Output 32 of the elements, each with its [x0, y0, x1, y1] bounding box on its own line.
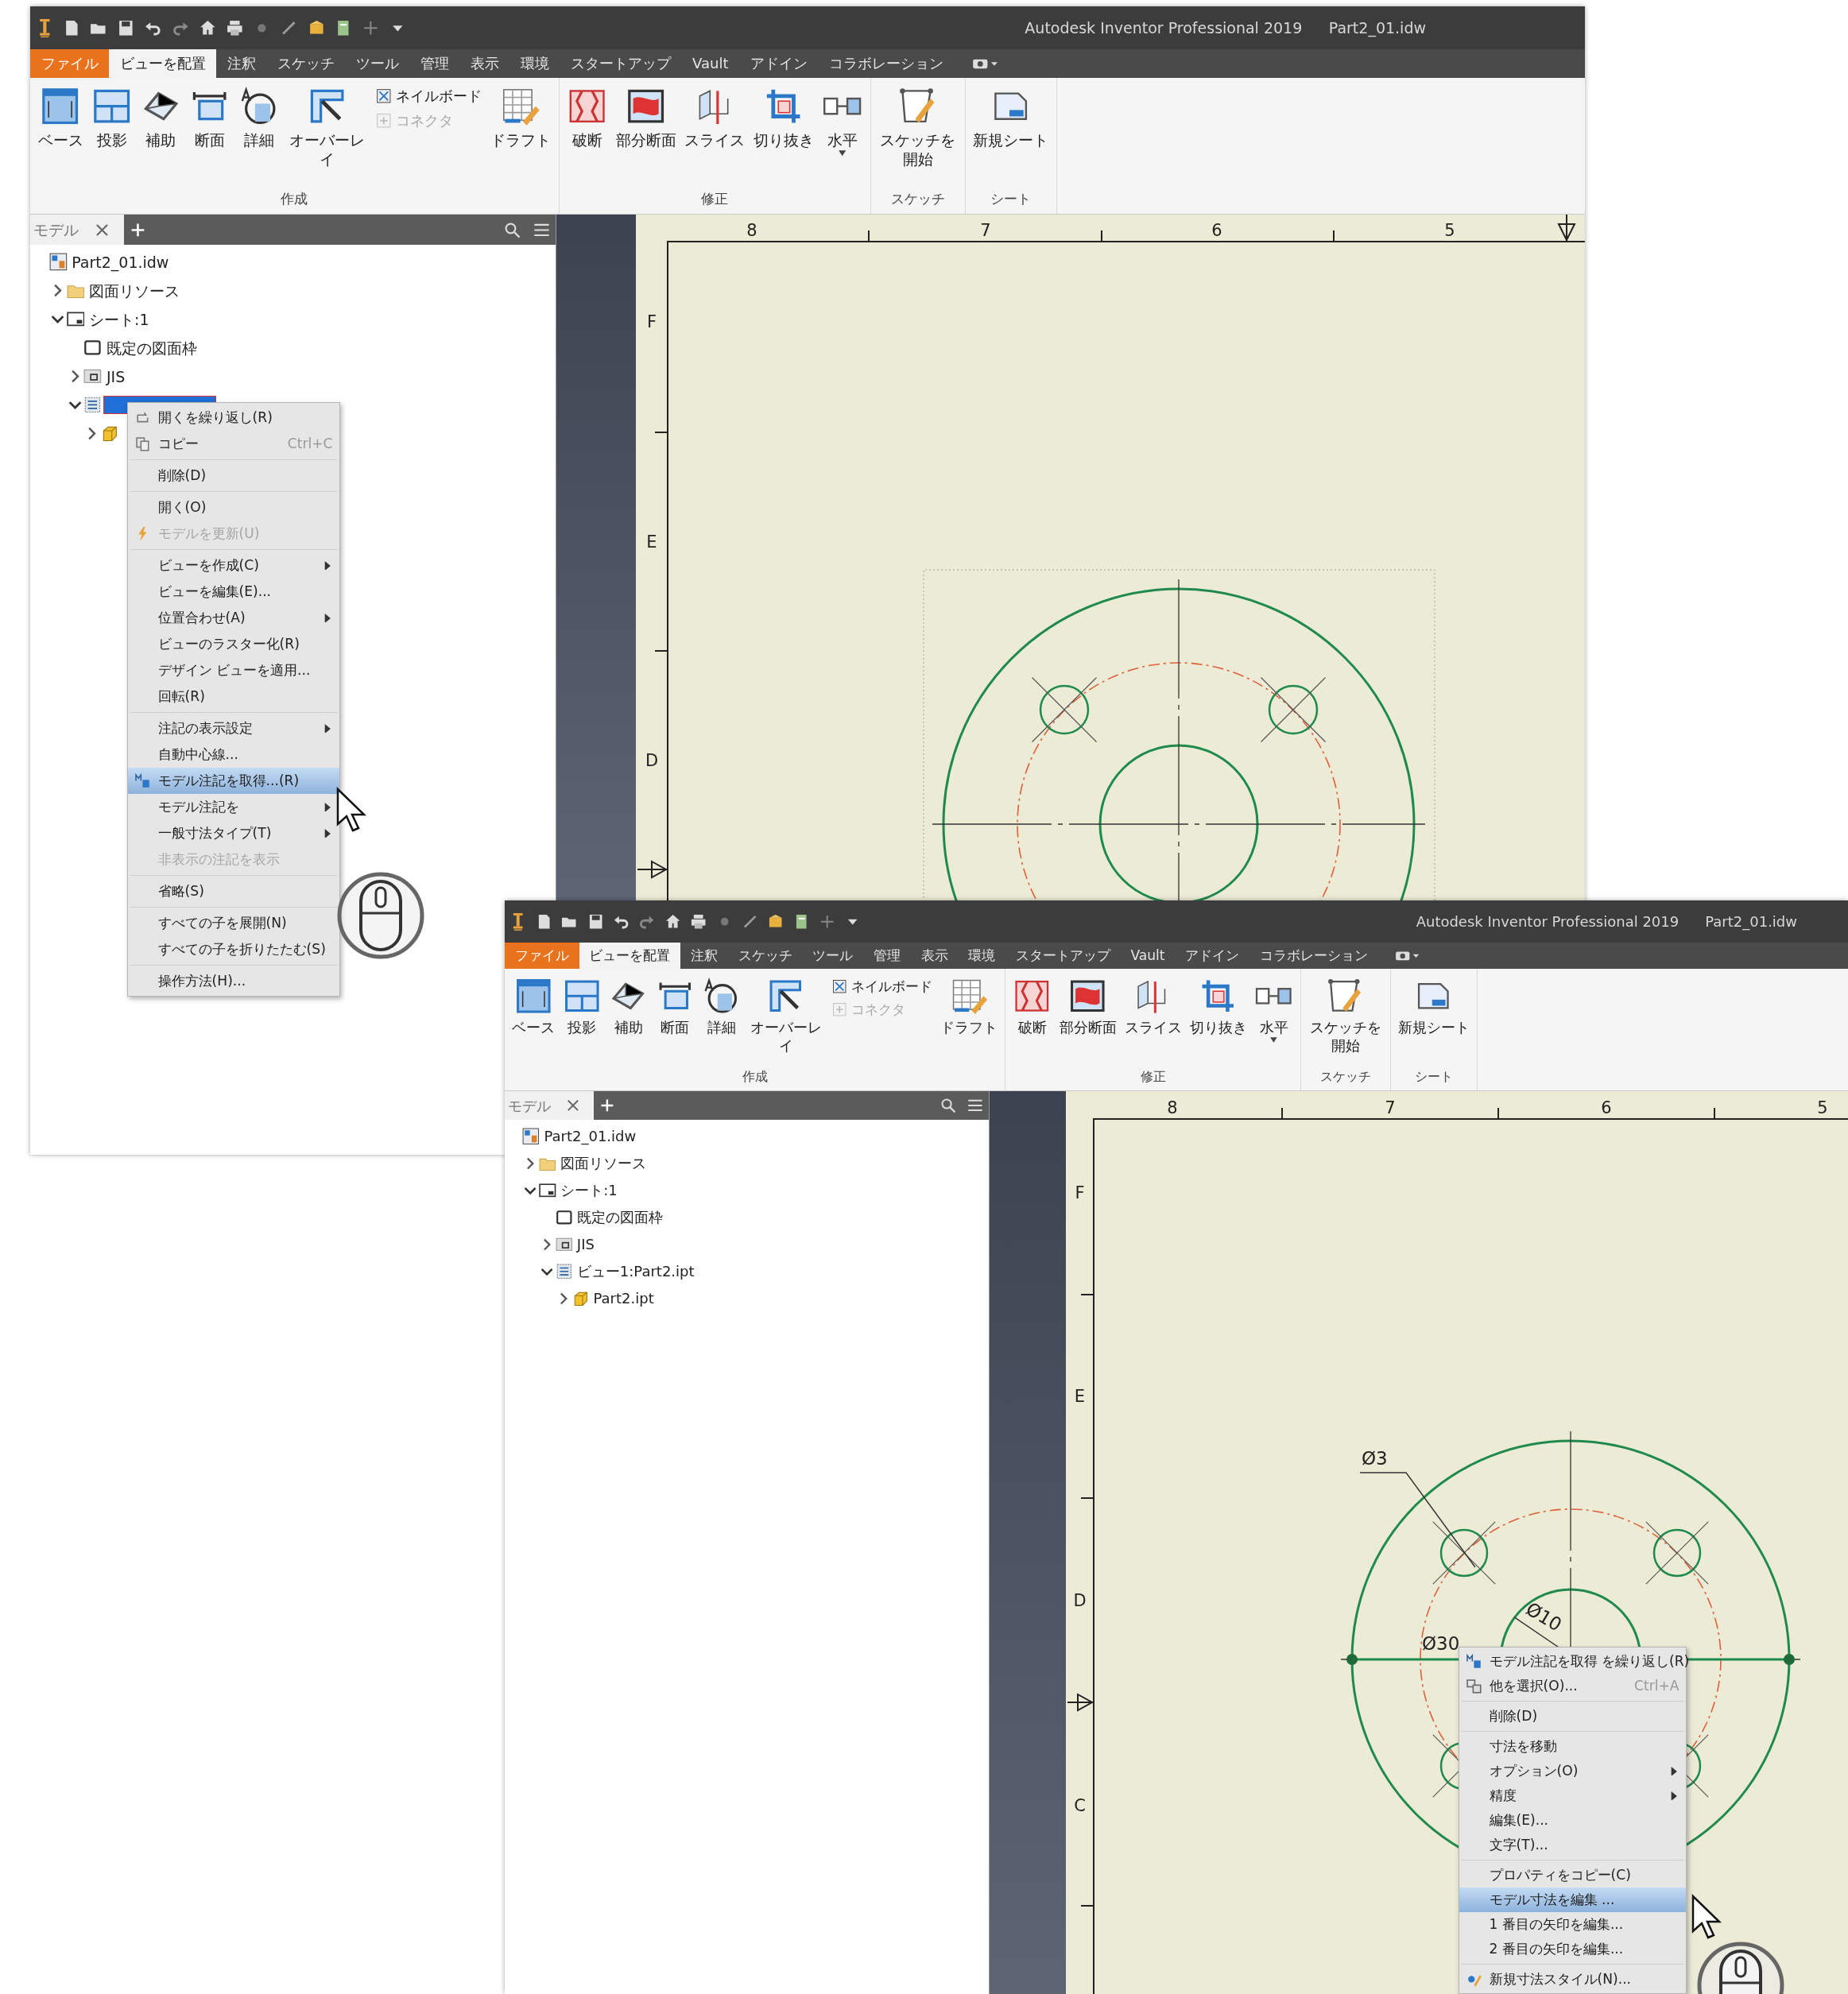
zone-letter: F — [1075, 1183, 1085, 1202]
zone-number: 7 — [980, 221, 991, 240]
zone-number: 8 — [746, 221, 757, 240]
zone-letter: D — [1073, 1591, 1087, 1610]
zone-letter: E — [1074, 1387, 1086, 1406]
group-label: シート — [1413, 1067, 1454, 1086]
group-label: 作成 — [741, 1067, 769, 1086]
zone-number: 8 — [1167, 1098, 1178, 1117]
group-label: 作成 — [280, 190, 309, 209]
zone-letter: C — [1074, 1796, 1086, 1815]
shortcut-label: Ctrl+A — [1634, 1676, 1680, 1695]
zone-number: 5 — [1444, 221, 1455, 240]
group-label: シート — [990, 190, 1032, 209]
group-label: 修正 — [1139, 1067, 1167, 1086]
app-title: Autodesk Inventor Professional 2019 — [1025, 17, 1303, 38]
dimension-label: Ø30 — [1422, 1633, 1460, 1654]
zone-number: 6 — [1601, 1098, 1612, 1117]
file-name: Part2_01.idw — [1705, 912, 1797, 932]
zone-letter: E — [646, 532, 657, 552]
group-label: スケッチ — [1319, 1067, 1372, 1086]
zone-number: 6 — [1211, 221, 1222, 240]
zone-letter: F — [646, 312, 657, 331]
dimension-label: Ø10 — [1522, 1598, 1566, 1636]
app-title: Autodesk Inventor Professional 2019 — [1416, 912, 1679, 931]
file-name: Part2_01.idw — [1328, 17, 1426, 39]
dimension-label: Ø3 — [1362, 1448, 1388, 1469]
group-label: スケッチ — [889, 190, 946, 209]
zone-number: 5 — [1817, 1098, 1828, 1117]
group-label: 修正 — [700, 190, 730, 209]
shortcut-label: Ctrl+C — [287, 434, 334, 453]
zone-number: 7 — [1385, 1098, 1396, 1117]
zone-letter: D — [645, 751, 659, 770]
